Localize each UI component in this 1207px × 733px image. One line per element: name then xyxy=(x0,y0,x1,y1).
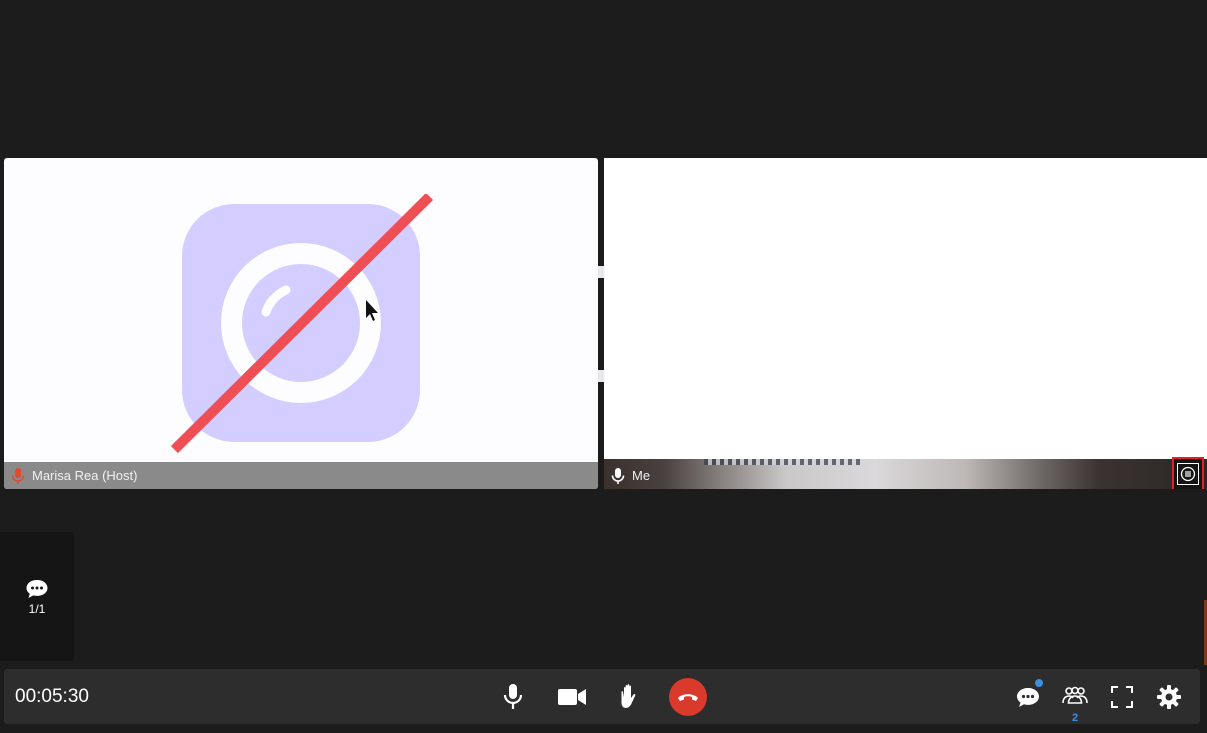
raise-hand-button[interactable] xyxy=(611,678,649,716)
video-tile-me[interactable]: Me xyxy=(604,158,1207,489)
unread-badge xyxy=(1035,679,1043,687)
end-call-button[interactable] xyxy=(669,678,707,716)
call-toolbar: 00:05:30 2 xyxy=(4,669,1200,724)
menu-circle-icon xyxy=(1180,466,1196,482)
chat-button[interactable] xyxy=(1009,678,1047,716)
video-call-window: Marisa Rea (Host) Me 1/1 00:05:30 2 xyxy=(0,0,1207,733)
host-name-label: Marisa Rea (Host) xyxy=(32,468,138,483)
phone-hangup-icon xyxy=(678,694,698,701)
microphone-icon xyxy=(503,684,523,709)
chat-bubble-icon xyxy=(1017,688,1039,707)
chat-count-label: 1/1 xyxy=(28,601,46,616)
microphone-button[interactable] xyxy=(494,678,532,716)
mic-muted-icon xyxy=(10,467,26,485)
chat-bubble-icon xyxy=(26,579,48,598)
chat-panel-toggle[interactable]: 1/1 xyxy=(0,532,74,661)
tile-options-button[interactable] xyxy=(1172,457,1204,489)
camera-off-icon xyxy=(170,194,434,454)
me-name-label: Me xyxy=(632,468,651,483)
camera-button[interactable] xyxy=(553,678,591,716)
settings-button[interactable] xyxy=(1150,678,1188,716)
participants-button[interactable]: 2 xyxy=(1056,678,1094,724)
video-camera-icon xyxy=(558,689,586,705)
participant-count: 2 xyxy=(1071,712,1079,724)
me-namebar: Me xyxy=(604,462,1207,489)
host-namebar: Marisa Rea (Host) xyxy=(4,462,598,489)
participants-icon xyxy=(1062,686,1088,704)
mic-icon xyxy=(610,467,626,485)
hand-icon xyxy=(621,684,636,708)
call-timer: 00:05:30 xyxy=(15,686,89,707)
fullscreen-icon xyxy=(1111,686,1133,708)
fullscreen-button[interactable] xyxy=(1103,678,1141,716)
gear-icon xyxy=(1157,685,1181,709)
video-tile-host[interactable]: Marisa Rea (Host) xyxy=(4,158,598,489)
